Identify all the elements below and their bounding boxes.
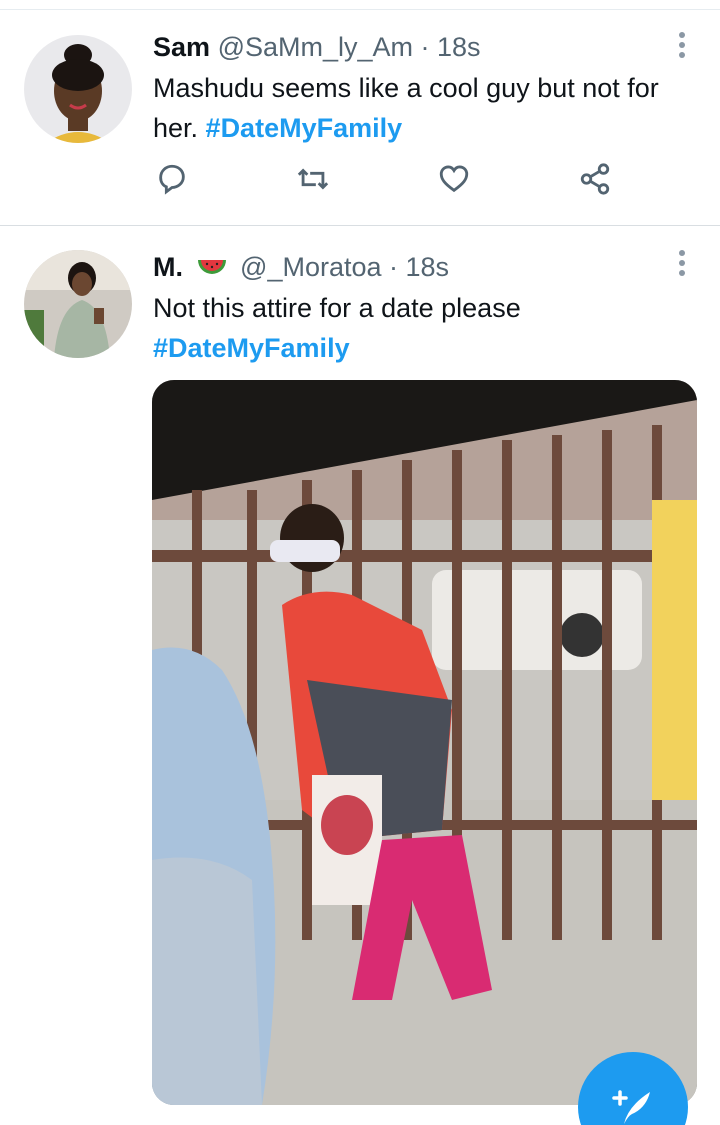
avatar[interactable] — [24, 35, 132, 143]
like-icon[interactable] — [437, 162, 477, 202]
action-bar — [153, 162, 623, 202]
feather-plus-icon — [612, 1090, 650, 1124]
tweet-text: Mashudu seems like a cool guy but not fo… — [153, 68, 693, 148]
tweet[interactable]: M. @_Moratoa · 18s Not this attire for a… — [0, 226, 720, 1125]
timestamp[interactable]: · 18s — [421, 32, 481, 62]
tweet-text: Not this attire for a date please #DateM… — [153, 288, 693, 368]
top-divider — [0, 0, 720, 10]
tweet-photo[interactable] — [152, 380, 697, 1105]
handle[interactable]: @SaMm_ly_Am — [218, 32, 413, 62]
retweet-icon[interactable] — [296, 162, 336, 202]
display-name[interactable]: Sam — [153, 32, 210, 62]
tweet[interactable]: Sam @SaMm_ly_Am · 18s Mashudu seems like… — [0, 10, 720, 226]
tweet-header: Sam @SaMm_ly_Am · 18s — [153, 30, 481, 64]
more-options-icon[interactable] — [678, 250, 686, 280]
hashtag-link[interactable]: #DateMyFamily — [153, 328, 693, 368]
reply-icon[interactable] — [155, 162, 195, 202]
timestamp[interactable]: · 18s — [389, 252, 449, 282]
hashtag-link[interactable]: #DateMyFamily — [206, 113, 403, 143]
more-options-icon[interactable] — [678, 32, 686, 62]
tweet-header: M. @_Moratoa · 18s — [153, 250, 449, 284]
watermelon-emoji — [197, 252, 227, 274]
tweet-text-plain: Not this attire for a date please — [153, 293, 521, 323]
avatar[interactable] — [24, 250, 132, 358]
share-icon[interactable] — [578, 162, 618, 202]
handle[interactable]: @_Moratoa — [240, 252, 381, 282]
display-name[interactable]: M. — [153, 252, 183, 282]
